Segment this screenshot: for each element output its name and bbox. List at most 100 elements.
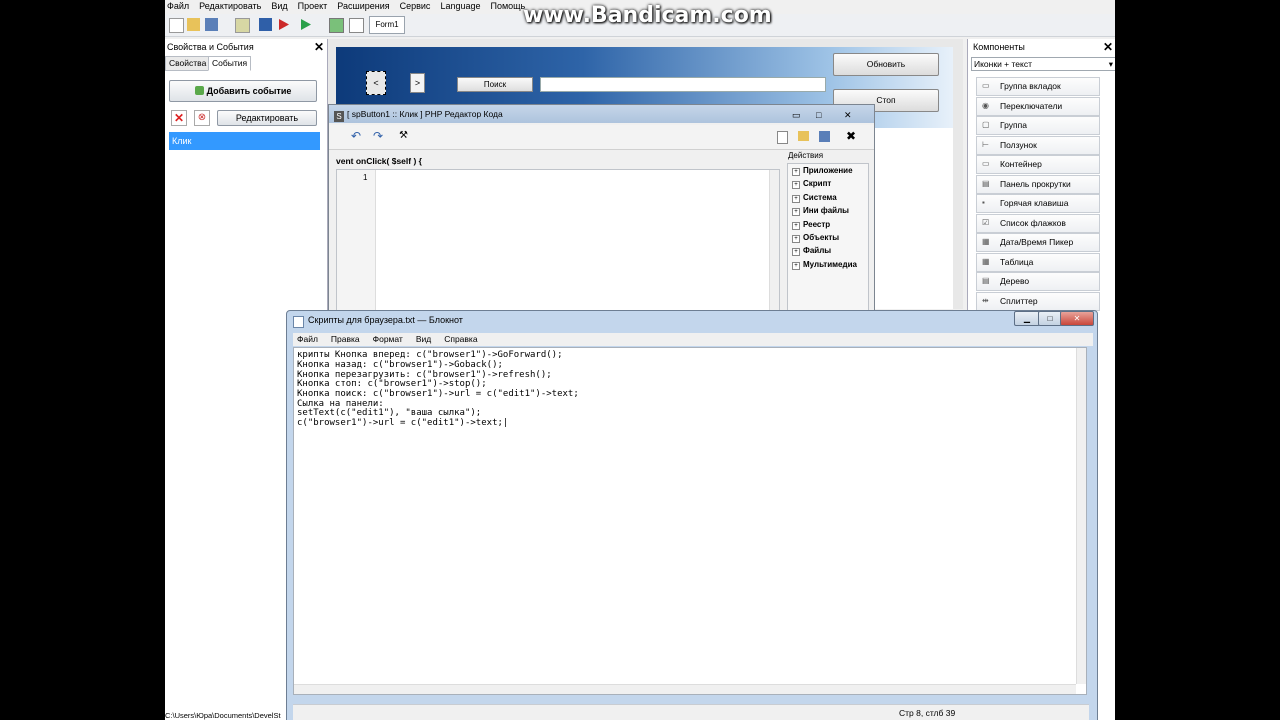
panel-title: Свойства и События (167, 42, 254, 52)
notepad-window: Скрипты для браузера.txt — Блокнот ▁ □ ✕… (286, 310, 1098, 720)
action-label: Ини файлы (803, 206, 850, 216)
component-item[interactable]: ▪ Горячая клавиша (976, 194, 1100, 213)
wrench-icon[interactable]: ✖ (846, 129, 856, 143)
action-category[interactable]: + Мультимедиа (792, 260, 857, 270)
expand-icon[interactable]: + (792, 194, 800, 203)
menu-view[interactable]: Вид (271, 0, 287, 13)
menu-project[interactable]: Проект (298, 0, 328, 13)
component-item[interactable]: ◉ Переключатели (976, 96, 1100, 116)
component-item[interactable]: ▭ Группа вкладок (976, 77, 1100, 96)
menu-help[interactable]: Помощь (490, 0, 525, 13)
vertical-scrollbar[interactable] (1076, 348, 1086, 684)
project-icon[interactable] (235, 18, 250, 33)
np-menu-view[interactable]: Вид (416, 333, 431, 346)
tab-events[interactable]: События (208, 56, 252, 71)
save-icon[interactable] (205, 18, 218, 31)
component-label: Список флажков (1000, 217, 1066, 228)
stop-icon[interactable] (259, 18, 272, 31)
refresh-button[interactable]: Обновить (833, 53, 939, 76)
component-label: Группа (1000, 120, 1027, 130)
menu-file[interactable]: Файл (167, 0, 189, 13)
expand-icon[interactable]: + (792, 221, 800, 230)
menu-language[interactable]: Language (440, 0, 480, 13)
tab-properties[interactable]: Свойства (165, 56, 211, 71)
bandicam-watermark: www.Bandicam.com (523, 3, 772, 28)
action-category[interactable]: + Скрипт (792, 179, 831, 190)
expand-icon[interactable]: + (792, 235, 800, 243)
menu-service[interactable]: Сервис (400, 0, 431, 13)
component-item[interactable]: ▤ Панель прокрутки (976, 174, 1100, 194)
back-button[interactable]: < (366, 71, 386, 95)
slider-icon: ⊢ (982, 139, 989, 149)
action-category[interactable]: + Система (792, 193, 837, 203)
add-form-icon[interactable] (329, 18, 344, 33)
action-category[interactable]: + Объекты (792, 233, 839, 243)
component-item[interactable]: ⇹ Сплиттер (976, 291, 1100, 311)
cursor-position: Стр 8, стлб 39 (899, 708, 956, 718)
delete-icon[interactable]: ✕ (171, 110, 187, 126)
component-item[interactable]: ⊢ Ползунок (976, 135, 1100, 155)
radio-icon: ◉ (982, 100, 989, 110)
close-icon[interactable]: ✕ (314, 40, 324, 54)
notepad-textarea[interactable]: крипты Кнопка вперед: c("browser1")->GoF… (293, 347, 1087, 695)
expand-icon[interactable]: + (792, 248, 800, 257)
action-category[interactable]: + Файлы (792, 246, 831, 257)
checklist-icon: ☑ (982, 217, 990, 227)
close-icon[interactable]: ✕ (844, 106, 852, 124)
text-line: c("browser1")->url = c("edit1")->text;| (297, 418, 509, 428)
maximize-icon[interactable]: □ (816, 106, 821, 124)
minimize-icon[interactable]: ▁ (1014, 311, 1040, 326)
maximize-icon[interactable]: □ (1038, 311, 1062, 326)
container-icon: ▭ (982, 159, 990, 168)
redo-icon[interactable]: ↷ (373, 129, 383, 143)
url-input[interactable] (540, 77, 826, 92)
actions-title: Действия (788, 151, 824, 160)
component-item[interactable]: ▤ Дерево (976, 272, 1100, 291)
run-debug-icon[interactable] (277, 18, 290, 31)
close-icon[interactable]: ✕ (1060, 311, 1094, 326)
expand-icon[interactable]: + (792, 261, 800, 270)
component-label: Горячая клавиша (1000, 198, 1069, 208)
expand-icon[interactable]: + (792, 168, 800, 176)
forward-button[interactable]: > (410, 73, 425, 93)
action-category[interactable]: + Реестр (792, 220, 830, 230)
close-icon[interactable]: ✕ (1103, 40, 1113, 54)
tab-form1[interactable]: Form1 (369, 16, 405, 34)
action-category[interactable]: + Ини файлы (792, 206, 850, 217)
clear-icon[interactable]: ⊗ (194, 110, 210, 126)
component-item[interactable]: ☑ Список флажков (976, 213, 1100, 233)
search-button[interactable]: Поиск (457, 77, 533, 92)
np-menu-help[interactable]: Справка (444, 333, 477, 346)
expand-icon[interactable]: + (792, 208, 800, 217)
form-settings-icon[interactable] (349, 18, 364, 33)
components-category-select[interactable]: Иконки + текст ▾ (971, 57, 1115, 71)
save-icon[interactable] (819, 131, 830, 142)
run-icon[interactable] (299, 18, 312, 31)
new-file-icon[interactable] (169, 18, 184, 33)
open-folder-icon[interactable] (798, 131, 809, 141)
expand-icon[interactable]: + (792, 181, 800, 190)
np-menu-edit[interactable]: Правка (331, 333, 360, 346)
edit-button[interactable]: Редактировать (217, 110, 317, 126)
menu-extensions[interactable]: Расширения (337, 0, 389, 13)
component-item[interactable]: ▦ Дата/Время Пикер (976, 233, 1100, 252)
event-item-click[interactable]: Клик (169, 132, 320, 150)
component-label: Ползунок (1000, 139, 1037, 150)
component-item[interactable]: ▦ Таблица (976, 252, 1100, 272)
code-scrollbar[interactable] (769, 170, 779, 311)
np-menu-file[interactable]: Файл (297, 333, 318, 346)
horizontal-scrollbar[interactable] (294, 684, 1076, 694)
minimize-icon[interactable]: ▭ (792, 106, 801, 124)
code-textarea[interactable]: 1 (336, 169, 780, 312)
action-label: Мультимедиа (803, 259, 857, 269)
tools-icon[interactable]: ⚒ (399, 130, 408, 141)
new-file-icon[interactable] (777, 131, 788, 144)
component-item[interactable]: ▢ Группа (976, 116, 1100, 135)
add-event-button[interactable]: Добавить событие (169, 80, 317, 102)
np-menu-format[interactable]: Формат (373, 333, 403, 346)
menu-edit[interactable]: Редактировать (199, 0, 261, 13)
action-category[interactable]: + Приложение (792, 166, 853, 176)
component-item[interactable]: ▭ Контейнер (976, 155, 1100, 174)
undo-icon[interactable]: ↶ (351, 129, 361, 143)
open-folder-icon[interactable] (187, 18, 200, 31)
